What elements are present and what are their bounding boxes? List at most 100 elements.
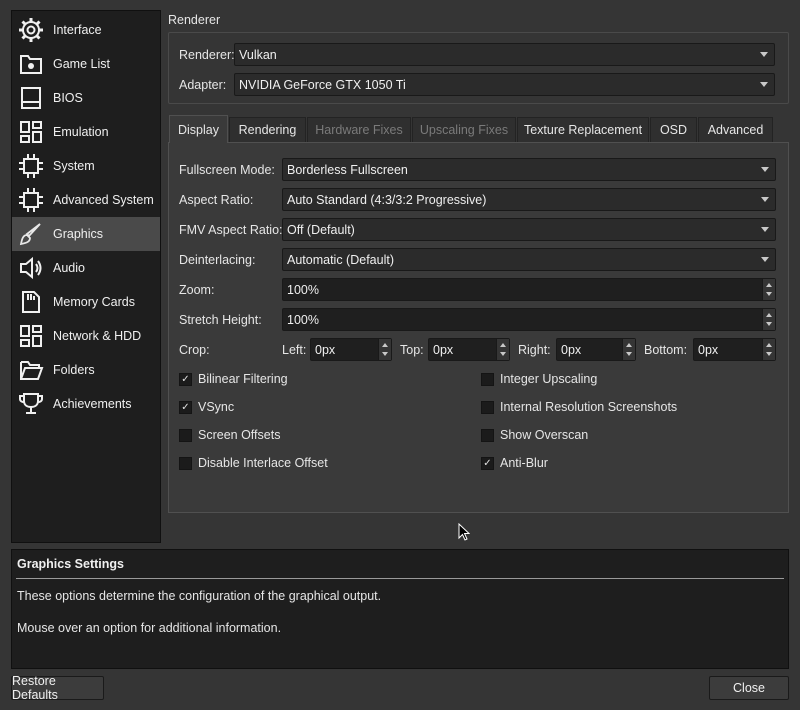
aspect-ratio-select[interactable]: Auto Standard (4:3/3:2 Progressive) — [282, 188, 776, 211]
internal-resolution-screenshots-checkbox[interactable]: Internal Resolution Screenshots — [481, 400, 677, 414]
close-button[interactable]: Close — [709, 676, 789, 700]
crop-label: Crop: — [179, 343, 210, 357]
checkbox-box[interactable]: ✓ — [179, 400, 192, 414]
folder-settings-icon — [17, 50, 45, 78]
sidebar-item-advanced-system[interactable]: Advanced System — [12, 183, 160, 217]
spin-down-icon[interactable] — [766, 352, 772, 356]
sidebar-item-achievements[interactable]: Achievements — [12, 387, 160, 421]
fmv-aspect-ratio-select[interactable]: Off (Default) — [282, 218, 776, 241]
anti-blur-checkbox[interactable]: ✓ Anti-Blur — [481, 456, 548, 470]
sidebar-item-folders[interactable]: Folders — [12, 353, 160, 387]
crop-bottom-spinbox[interactable]: 0px — [693, 338, 776, 361]
adapter-select[interactable]: NVIDIA GeForce GTX 1050 Ti — [234, 73, 775, 96]
speaker-icon — [17, 254, 45, 282]
chevron-down-icon — [760, 52, 768, 57]
spin-down-icon[interactable] — [500, 352, 506, 356]
spin-down-icon[interactable] — [626, 352, 632, 356]
spin-buttons[interactable] — [762, 339, 775, 360]
deinterlacing-select[interactable]: Automatic (Default) — [282, 248, 776, 271]
renderer-select[interactable]: Vulkan — [234, 43, 775, 66]
tab-hardware-fixes[interactable]: Hardware Fixes — [307, 117, 411, 142]
spin-up-icon[interactable] — [766, 313, 772, 317]
sidebar-item-game-list[interactable]: Game List — [12, 47, 160, 81]
spin-down-icon[interactable] — [382, 352, 388, 356]
sidebar-item-bios[interactable]: BIOS — [12, 81, 160, 115]
cpu-icon — [17, 186, 45, 214]
renderer-group-title: Renderer — [168, 13, 221, 27]
deinterlacing-label: Deinterlacing: — [179, 253, 256, 267]
crop-left-spinbox[interactable]: 0px — [310, 338, 392, 361]
gear-icon — [17, 16, 45, 44]
crop-bottom-value: 0px — [698, 342, 719, 357]
fullscreen-mode-select[interactable]: Borderless Fullscreen — [282, 158, 776, 181]
sidebar-item-memory-cards[interactable]: Memory Cards — [12, 285, 160, 319]
crop-right-spinbox[interactable]: 0px — [556, 338, 636, 361]
checkbox-box[interactable] — [481, 400, 494, 414]
tab-osd[interactable]: OSD — [650, 117, 697, 142]
sidebar-item-audio[interactable]: Audio — [12, 251, 160, 285]
chevron-down-icon — [761, 257, 769, 262]
sidebar-item-label: Audio — [53, 261, 85, 275]
spin-up-icon[interactable] — [766, 283, 772, 287]
spin-down-icon[interactable] — [766, 322, 772, 326]
restore-defaults-button[interactable]: Restore Defaults — [11, 674, 104, 702]
description-text: These options determine the configuratio… — [17, 589, 382, 603]
sidebar-item-network-hdd[interactable]: Network & HDD — [12, 319, 160, 353]
spin-buttons[interactable] — [762, 309, 775, 330]
tab-upscaling-fixes[interactable]: Upscaling Fixes — [412, 117, 516, 142]
deinterlacing-value: Automatic (Default) — [287, 252, 394, 267]
spin-buttons[interactable] — [622, 339, 635, 360]
spin-up-icon[interactable] — [626, 343, 632, 347]
show-overscan-checkbox[interactable]: Show Overscan — [481, 428, 588, 442]
checkmark-icon: ✓ — [181, 373, 190, 385]
chevron-down-icon — [761, 167, 769, 172]
vsync-checkbox[interactable]: ✓ VSync — [179, 400, 234, 414]
crop-top-label: Top: — [400, 343, 424, 357]
brush-icon — [17, 220, 45, 248]
tab-rendering[interactable]: Rendering — [229, 117, 306, 142]
checkbox-label: Screen Offsets — [198, 428, 281, 442]
renderer-label: Renderer: — [179, 48, 235, 62]
crop-top-spinbox[interactable]: 0px — [428, 338, 510, 361]
checkbox-label: VSync — [198, 400, 235, 414]
spin-buttons[interactable] — [762, 279, 775, 300]
crop-right-label: Right: — [518, 343, 551, 357]
zoom-spinbox[interactable]: 100% — [282, 278, 776, 301]
stretch-height-spinbox[interactable]: 100% — [282, 308, 776, 331]
checkbox-label: Anti-Blur — [500, 456, 548, 470]
crop-left-value: 0px — [315, 342, 336, 357]
sidebar-item-graphics[interactable]: Graphics — [12, 217, 160, 251]
checkbox-box[interactable]: ✓ — [481, 456, 494, 470]
sidebar-item-interface[interactable]: Interface — [12, 13, 160, 47]
tab-display[interactable]: Display — [169, 115, 228, 143]
fmv-aspect-ratio-value: Off (Default) — [287, 222, 355, 237]
description-divider — [16, 578, 784, 579]
renderer-value: Vulkan — [239, 47, 277, 62]
zoom-label: Zoom: — [179, 283, 215, 297]
checkbox-box[interactable] — [481, 372, 494, 386]
stretch-height-label: Stretch Height: — [179, 313, 262, 327]
spin-up-icon[interactable] — [766, 343, 772, 347]
grid-icon — [17, 322, 45, 350]
tab-texture-replacement[interactable]: Texture Replacement — [517, 117, 649, 142]
checkbox-box[interactable] — [481, 428, 494, 442]
crop-bottom-label: Bottom: — [644, 343, 688, 357]
spin-buttons[interactable] — [378, 339, 391, 360]
tab-advanced[interactable]: Advanced — [698, 117, 773, 142]
sidebar-item-system[interactable]: System — [12, 149, 160, 183]
integer-upscaling-checkbox[interactable]: Integer Upscaling — [481, 372, 597, 386]
spin-down-icon[interactable] — [766, 292, 772, 296]
bilinear-filtering-checkbox[interactable]: ✓ Bilinear Filtering — [179, 372, 288, 386]
grid-icon — [17, 118, 45, 146]
sidebar-item-label: Achievements — [53, 397, 132, 411]
sidebar-item-emulation[interactable]: Emulation — [12, 115, 160, 149]
checkbox-box[interactable] — [179, 456, 192, 470]
checkbox-box[interactable] — [179, 428, 192, 442]
sidebar-item-label: Graphics — [53, 227, 104, 241]
screen-offsets-checkbox[interactable]: Screen Offsets — [179, 428, 280, 442]
spin-buttons[interactable] — [496, 339, 509, 360]
spin-up-icon[interactable] — [500, 343, 506, 347]
spin-up-icon[interactable] — [382, 343, 388, 347]
disable-interlace-offset-checkbox[interactable]: Disable Interlace Offset — [179, 456, 328, 470]
checkbox-box[interactable]: ✓ — [179, 372, 192, 386]
